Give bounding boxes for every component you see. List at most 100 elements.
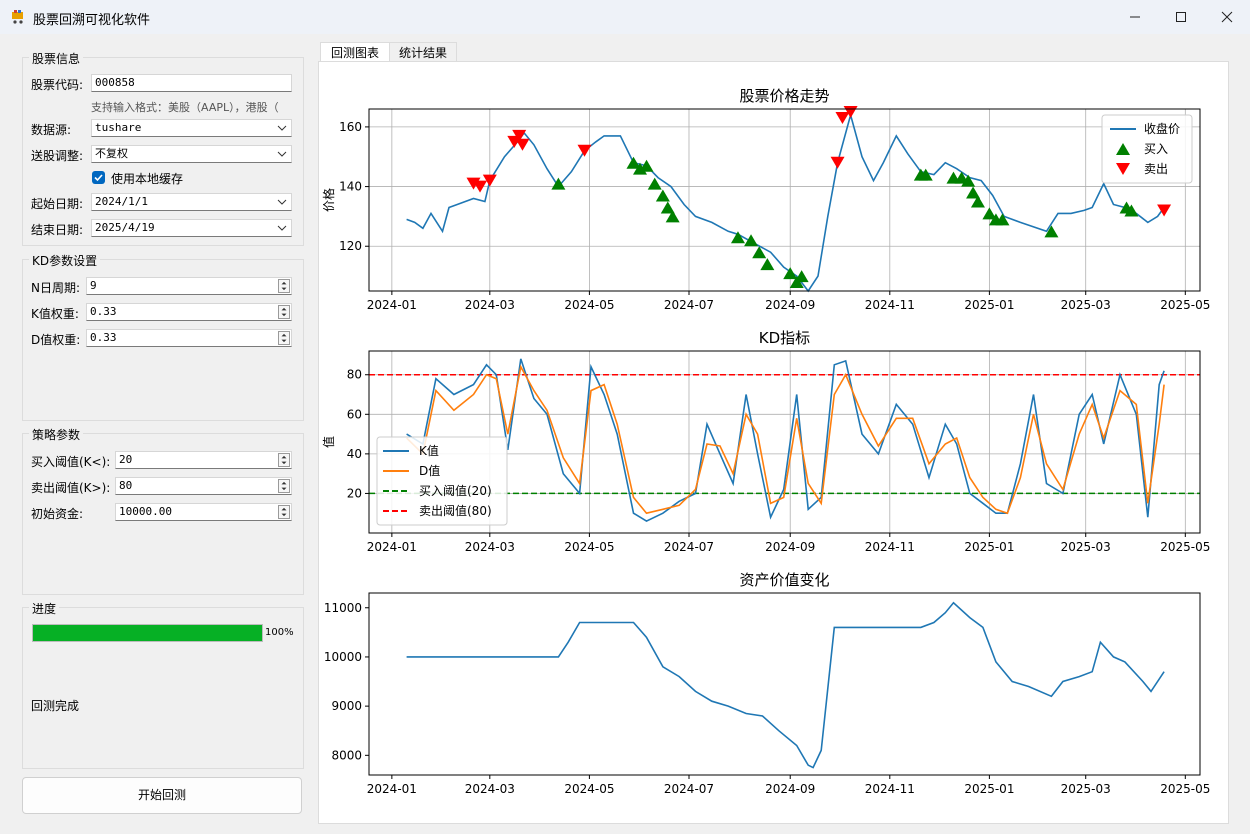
format-hint: 支持输入格式：美股（AAPL），港股（ [91,101,279,114]
x-tick-label: 2024-09 [765,298,815,312]
x-tick-label: 2025-01 [964,540,1014,554]
start-date-picker[interactable]: 2024/1/1 [91,193,292,211]
legend-label: 买入 [1144,142,1168,156]
end-date-label: 结束日期: [31,223,84,237]
sell-marker [835,111,850,124]
buy-marker [744,234,759,247]
adjust-value: 不复权 [95,147,128,160]
n-period-value: 9 [90,279,97,292]
buy-marker [760,258,775,271]
close-icon [1221,11,1233,23]
k-weight-spinbox[interactable]: 0.33 [86,303,292,321]
buy-threshold-spinbox[interactable]: 20 [115,451,292,469]
close-button[interactable] [1204,0,1250,34]
x-tick-label: 2024-03 [465,782,515,796]
maximize-icon [1176,12,1186,22]
x-tick-label: 2024-11 [865,540,915,554]
strategy-group: 策略参数 买入阈值(K<): 20 卖出阈值(K>): 80 初始资金: 100… [22,426,304,595]
legend-label: D值 [419,463,440,478]
sell-marker [515,138,530,151]
y-tick-label: 160 [339,120,362,134]
chevron-down-icon [277,125,287,131]
cache-checkbox[interactable] [92,171,105,184]
n-period-spinbox[interactable]: 9 [86,277,292,295]
spin-arrows-icon[interactable] [278,479,290,493]
x-tick-label: 2024-05 [564,782,614,796]
chevron-down-icon [277,151,287,157]
start-date-label: 起始日期: [31,197,84,211]
capital-spinbox[interactable]: 10000.00 [115,503,292,521]
spin-arrows-icon[interactable] [278,453,290,467]
start-date-value: 2024/1/1 [95,195,148,208]
shopping-cart-icon [12,10,23,24]
minimize-button[interactable] [1112,0,1158,34]
series-line [406,358,1165,523]
spin-arrows-icon[interactable] [278,279,290,293]
x-tick-label: 2025-05 [1160,540,1210,554]
x-tick-label: 2025-01 [964,782,1014,796]
adjust-select[interactable]: 不复权 [91,145,292,163]
d-weight-spinbox[interactable]: 0.33 [86,329,292,347]
x-tick-label: 2025-01 [964,298,1014,312]
end-date-value: 2025/4/19 [95,221,155,234]
stock-code-input[interactable]: 000858 [91,74,292,92]
tab-statistics[interactable]: 统计结果 [389,42,457,63]
plot-frame [368,592,1201,776]
progress-fill [33,625,262,641]
tab-backtest-chart[interactable]: 回测图表 [320,42,390,63]
group-title: 股票信息 [29,50,84,67]
y-tick-label: 80 [347,368,362,382]
spin-arrows-icon[interactable] [278,331,290,345]
start-backtest-button[interactable]: 开始回测 [22,777,302,814]
buy-threshold-label: 买入阈值(K<): [31,455,111,469]
y-tick-label: 11000 [324,601,362,615]
title-bar: 股票回溯可视化软件 [0,0,1250,34]
series-line [406,601,1165,769]
y-tick-label: 9000 [331,699,362,713]
capital-label: 初始资金: [31,507,84,521]
x-tick-label: 2024-01 [367,782,417,796]
maximize-button[interactable] [1158,0,1204,34]
series-line [406,364,1165,515]
x-tick-label: 2024-11 [865,782,915,796]
y-axis-label: 值 [321,436,336,448]
group-title: 进度 [29,600,60,617]
x-tick-label: 2024-01 [367,540,417,554]
d-weight-label: D值权重: [31,333,81,347]
group-title: 策略参数 [29,426,84,443]
progress-group: 进度 100% 回测完成 [22,600,304,769]
chevron-down-icon [277,199,287,205]
y-tick-label: 120 [339,239,362,253]
progress-bar [32,624,263,642]
chart-title: 资产价值变化 [739,571,829,589]
x-tick-label: 2024-01 [367,298,417,312]
spin-arrows-icon[interactable] [278,505,290,519]
y-tick-label: 8000 [331,748,362,762]
x-tick-label: 2025-03 [1061,782,1111,796]
x-tick-label: 2024-07 [664,298,714,312]
buy-marker [655,189,670,202]
end-date-picker[interactable]: 2025/4/19 [91,219,292,237]
y-tick-label: 40 [347,447,362,461]
stock-code-label: 股票代码: [31,78,84,92]
spin-arrows-icon[interactable] [278,305,290,319]
sell-threshold-label: 卖出阈值(K>): [31,481,111,495]
progress-status: 回测完成 [31,699,80,713]
data-source-select[interactable]: tushare [91,119,292,137]
data-source-value: tushare [95,121,142,134]
chart-panel: 股票价格走势 2024-01 2024-03 2024-05 2024-07 2024-0… [318,61,1229,824]
x-tick-label: 2024-07 [664,782,714,796]
chart-canvas: 股票价格走势 2024-01 2024-03 2024-05 2024-07 2024-0… [321,87,1210,796]
chevron-down-icon [277,225,287,231]
chart-title: KD指标 [759,329,810,347]
y-axis-label: 价格 [321,188,336,212]
minimize-icon [1130,16,1140,18]
legend-label: 收盘价 [1144,121,1180,136]
x-tick-label: 2025-05 [1160,782,1210,796]
legend-label: 买入阈值(20) [419,483,492,498]
adjust-label: 送股调整: [31,149,84,163]
stock-info-group: 股票信息 股票代码: 000858 支持输入格式：美股（AAPL），港股（ 数据… [22,50,304,246]
window-title: 股票回溯可视化软件 [33,13,151,28]
sell-threshold-spinbox[interactable]: 80 [115,477,292,495]
x-tick-label: 2024-09 [765,540,815,554]
